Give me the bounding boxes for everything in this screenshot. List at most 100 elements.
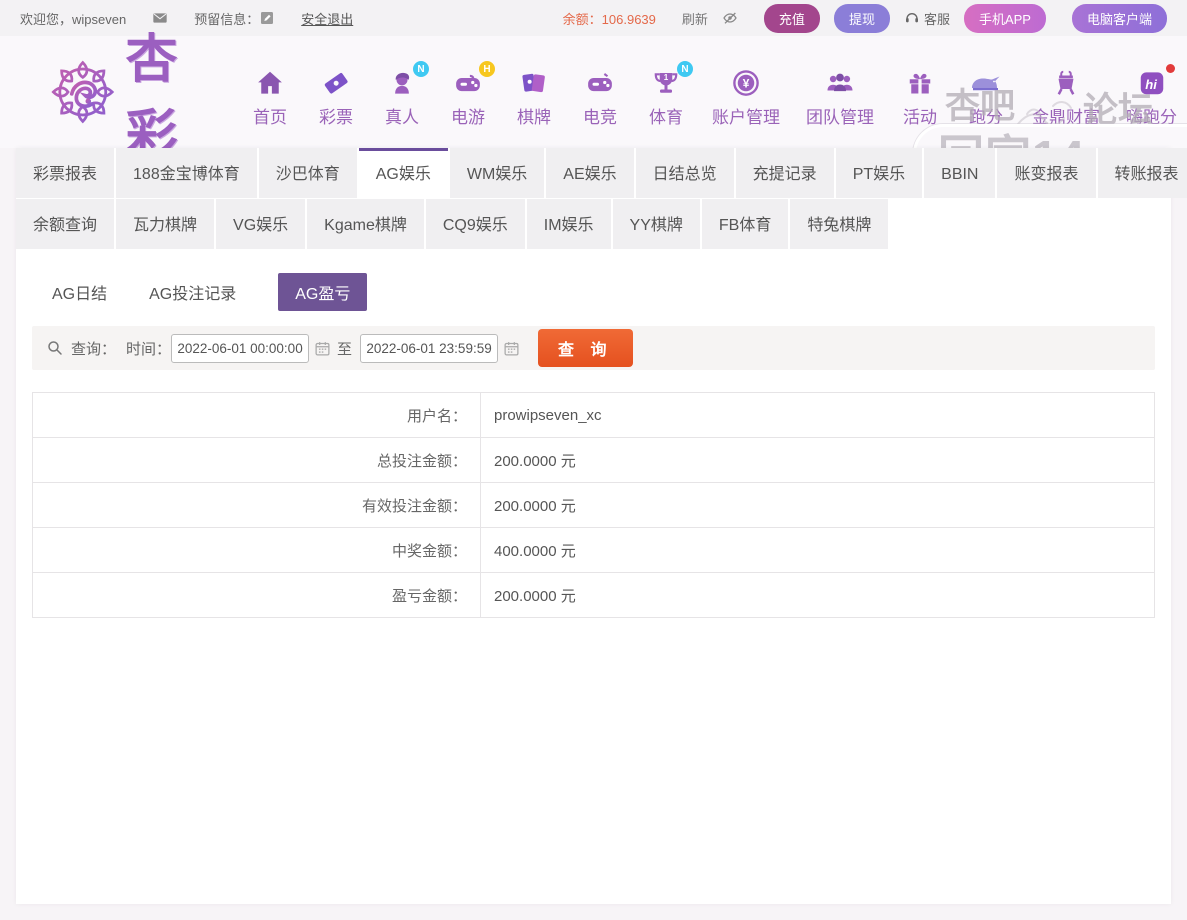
query-button[interactable]: 查 询 [538, 329, 632, 367]
report-tab[interactable]: 日结总览 [636, 148, 734, 198]
svg-text:1: 1 [664, 73, 669, 82]
report-tab-label: AE娱乐 [563, 166, 616, 183]
report-tab[interactable]: AE娱乐 [546, 148, 633, 198]
subtab[interactable]: AG投注记录 [149, 273, 236, 311]
nav-item[interactable]: 棋牌 [514, 66, 554, 128]
report-tab[interactable]: 余额查询 [16, 199, 114, 249]
nav-item[interactable]: 1N 体育 [646, 66, 686, 128]
calendar-to-icon[interactable] [503, 340, 520, 357]
query-label: 查询： [71, 338, 116, 359]
nav-item-label: 嗨跑分 [1126, 103, 1177, 128]
report-tab[interactable]: 瓦力棋牌 [116, 199, 214, 249]
withdraw-button[interactable]: 提现 [834, 4, 890, 33]
report-tab[interactable]: 特兔棋牌 [790, 199, 888, 249]
nav-item[interactable]: 电竞 [580, 66, 620, 128]
report-tab[interactable]: 账变报表 [997, 148, 1095, 198]
report-tab-label: 充提记录 [753, 166, 817, 183]
eye-off-icon[interactable] [722, 10, 738, 26]
esports-gamepad-icon [580, 66, 620, 100]
report-tab[interactable]: FB体育 [702, 199, 788, 249]
report-tab[interactable]: 188金宝博体育 [116, 148, 257, 198]
report-tab-label: YY棋牌 [630, 217, 683, 234]
subtab[interactable]: AG日结 [52, 273, 107, 311]
table-row: 有效投注金额： 200.0000 元 [33, 483, 1155, 528]
edit-icon[interactable] [259, 10, 275, 26]
report-tab-label: 沙巴体育 [276, 166, 340, 183]
table-row: 用户名： prowipseven_xc [33, 393, 1155, 438]
nav-item-label: 团队管理 [806, 103, 874, 128]
pc-client-button[interactable]: 电脑客户端 [1072, 4, 1167, 33]
nav-item[interactable]: H 电游 [448, 66, 488, 128]
nav-item[interactable]: 彩票 [316, 66, 356, 128]
report-tab[interactable]: AG娱乐 [359, 148, 448, 198]
report-tab[interactable]: Kgame棋牌 [307, 199, 424, 249]
report-tab[interactable]: IM娱乐 [527, 199, 611, 249]
report-tab[interactable]: 彩票报表 [16, 148, 114, 198]
table-row: 盈亏金额： 200.0000 元 [33, 573, 1155, 618]
nav-item[interactable]: 金鼎财富 [1032, 66, 1100, 128]
recharge-button[interactable]: 充值 [764, 4, 820, 33]
balance-label: 余额： [563, 12, 602, 27]
site-logo[interactable]: 杏彩 [46, 17, 232, 167]
report-tab-label: 日结总览 [653, 166, 717, 183]
nav-item-label: 首页 [253, 103, 287, 128]
main-nav: 首页 彩票 N 真人 H 电游 棋牌 [250, 66, 1177, 128]
report-tab[interactable]: 充提记录 [736, 148, 834, 198]
report-tab-label: IM娱乐 [544, 217, 594, 234]
red-dot-badge [1166, 64, 1175, 73]
logo-flower-icon [46, 54, 120, 130]
report-tab[interactable]: 转账报表 [1098, 148, 1187, 198]
nav-item[interactable]: 团队管理 [806, 66, 874, 128]
report-tab[interactable]: WM娱乐 [450, 148, 544, 198]
nav-item[interactable]: N 真人 [382, 66, 422, 128]
date-from-input[interactable] [171, 334, 309, 363]
report-tab-label: Kgame棋牌 [324, 217, 407, 234]
report-tab-label: BBIN [941, 166, 978, 183]
report-tab[interactable]: CQ9娱乐 [426, 199, 525, 249]
topbar-right: 余额：106.9639 刷新 充值 提现 客服 手机APP 电脑客户端 [563, 4, 1167, 33]
mobile-app-button[interactable]: 手机APP [964, 4, 1046, 33]
subtab-label: AG投注记录 [149, 286, 236, 303]
report-tab-label: 转账报表 [1115, 166, 1179, 183]
report-tab[interactable]: YY棋牌 [613, 199, 700, 249]
logout-link[interactable]: 安全退出 [301, 9, 353, 28]
balance-text: 余额：106.9639 [563, 9, 656, 28]
nav-item[interactable]: 跑分 [966, 66, 1006, 128]
home-icon [250, 66, 290, 100]
hi-app-icon: hi [1132, 66, 1172, 100]
date-to-input[interactable] [360, 334, 498, 363]
nav-item-label: 电竞 [583, 103, 617, 128]
nav-item[interactable]: ¥ 账户管理 [712, 66, 780, 128]
nav-item[interactable]: 活动 [900, 66, 940, 128]
page: 欢迎您，wipseven 预留信息： 安全退出 余额：106.9639 刷新 充… [0, 0, 1187, 920]
to-separator: 至 [337, 338, 352, 359]
report-tab-label: 彩票报表 [33, 166, 97, 183]
row-label: 盈亏金额： [33, 573, 481, 618]
nav-item[interactable]: hi 嗨跑分 [1126, 66, 1177, 128]
nav-item-label: 账户管理 [712, 103, 780, 128]
team-icon [820, 66, 860, 100]
balance-value: 106.9639 [602, 12, 656, 27]
subtab[interactable]: AG盈亏 [278, 273, 367, 311]
report-tab[interactable]: BBIN [924, 148, 995, 198]
report-tab-label: PT娱乐 [853, 166, 905, 183]
report-tab[interactable]: VG娱乐 [216, 199, 305, 249]
report-tab-label: VG娱乐 [233, 217, 288, 234]
nav-item-label: 体育 [649, 103, 683, 128]
report-tab-label: 188金宝博体育 [133, 166, 240, 183]
report-tab[interactable]: 沙巴体育 [259, 148, 357, 198]
refresh-link[interactable]: 刷新 [682, 9, 708, 28]
tab-row-2: 余额查询 瓦力棋牌 VG娱乐 Kgame棋牌 CQ9娱乐 [16, 199, 1171, 249]
subtab-label: AG日结 [52, 286, 107, 303]
nav-item[interactable]: 首页 [250, 66, 290, 128]
row-value: prowipseven_xc [481, 393, 1155, 438]
site-header: 杏彩 首页 彩票 N 真人 H [0, 36, 1187, 148]
customer-service-link[interactable]: 客服 [924, 9, 950, 28]
calendar-from-icon[interactable] [314, 340, 331, 357]
table-row: 总投注金额： 200.0000 元 [33, 438, 1155, 483]
nav-item-label: 彩票 [319, 103, 353, 128]
headset-icon [904, 10, 920, 26]
report-tab[interactable]: PT娱乐 [836, 148, 922, 198]
live-person-icon: N [382, 66, 422, 100]
svg-text:hi: hi [1145, 77, 1157, 92]
